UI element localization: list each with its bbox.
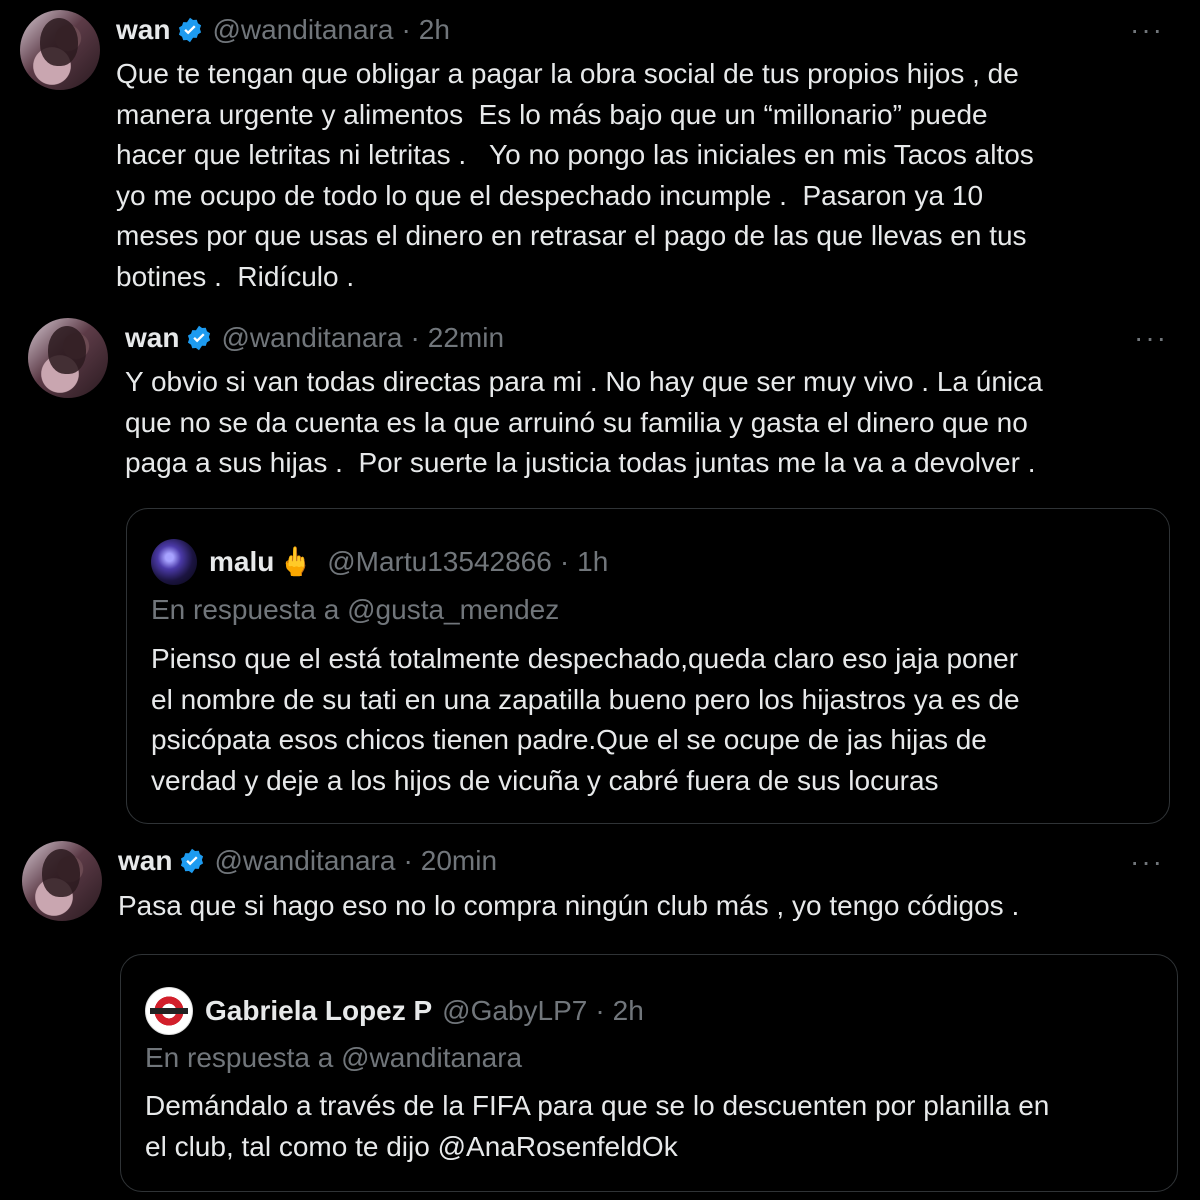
reply-context: En respuesta a @wanditanara [145, 1042, 523, 1073]
display-name: malu [209, 546, 275, 577]
avatar[interactable] [20, 10, 100, 90]
quoted-tweet[interactable]: Gabriela Lopez P @GabyLP7 · 2h En respue… [120, 954, 1178, 1192]
quoted-tweet-text: Demándalo a través de la FIFA para que s… [145, 1090, 1050, 1162]
verified-badge-icon [188, 325, 211, 351]
timestamp[interactable]: 2h [419, 13, 450, 47]
avatar[interactable] [22, 841, 102, 921]
separator: · [410, 322, 420, 353]
timestamp[interactable]: 22min [428, 321, 504, 355]
more-options-icon[interactable]: ··· [1130, 16, 1164, 44]
avatar [151, 539, 197, 585]
display-name[interactable]: wan [125, 321, 179, 355]
tweet-3[interactable]: wan @wanditanara · 20min ··· Pasa que si… [0, 830, 1200, 1200]
avatar[interactable] [28, 318, 108, 398]
display-name[interactable]: wan [118, 844, 172, 878]
timestamp[interactable]: 20min [421, 844, 497, 878]
separator: · [401, 14, 411, 45]
reply-context: En respuesta a @gusta_mendez [151, 594, 560, 625]
separator: · [403, 845, 413, 876]
tweet-text: Y obvio si van todas directas para mi . … [125, 366, 1043, 478]
separator: · [559, 546, 570, 577]
tweet-header: wan @wanditanara · 20min [118, 844, 497, 878]
quoted-tweet-text: Pienso que el está totalmente despechado… [151, 643, 1020, 796]
tweet-1[interactable]: wan @wanditanara · 2h ··· Que te tengan … [0, 0, 1200, 310]
more-options-icon[interactable]: ··· [1134, 324, 1168, 352]
verified-badge-icon [181, 848, 204, 874]
timestamp: 2h [612, 995, 644, 1026]
handle[interactable]: @wanditanara [221, 321, 402, 355]
more-options-icon[interactable]: ··· [1130, 848, 1164, 876]
verified-badge-icon [179, 17, 202, 43]
handle: @Martu13542866 [327, 546, 552, 577]
display-name: Gabriela Lopez P [205, 995, 433, 1026]
tweet-text: Que te tengan que obligar a pagar la obr… [116, 58, 1034, 292]
tweet-header: wan @wanditanara · 2h [116, 13, 450, 47]
emoji: 🖕 [278, 546, 314, 577]
quoted-tweet[interactable]: malu 🖕 @Martu13542866 · 1h En respuesta … [126, 508, 1170, 824]
quoted-tweet-header: Gabriela Lopez P @GabyLP7 · 2h [145, 987, 644, 1035]
quoted-tweet-header: malu 🖕 @Martu13542866 · 1h [151, 539, 608, 585]
handle[interactable]: @wanditanara [214, 844, 395, 878]
tweet-header: wan @wanditanara · 22min [125, 321, 504, 355]
timestamp: 1h [577, 546, 609, 577]
handle: @GabyLP7 [442, 995, 588, 1026]
tweet-2[interactable]: wan @wanditanara · 22min ··· Y obvio si … [0, 310, 1200, 830]
display-name[interactable]: wan [116, 13, 170, 47]
tweet-text: Pasa que si hago eso no lo compra ningún… [118, 890, 1020, 921]
handle[interactable]: @wanditanara [212, 13, 393, 47]
separator: · [595, 995, 605, 1026]
avatar [145, 987, 193, 1035]
